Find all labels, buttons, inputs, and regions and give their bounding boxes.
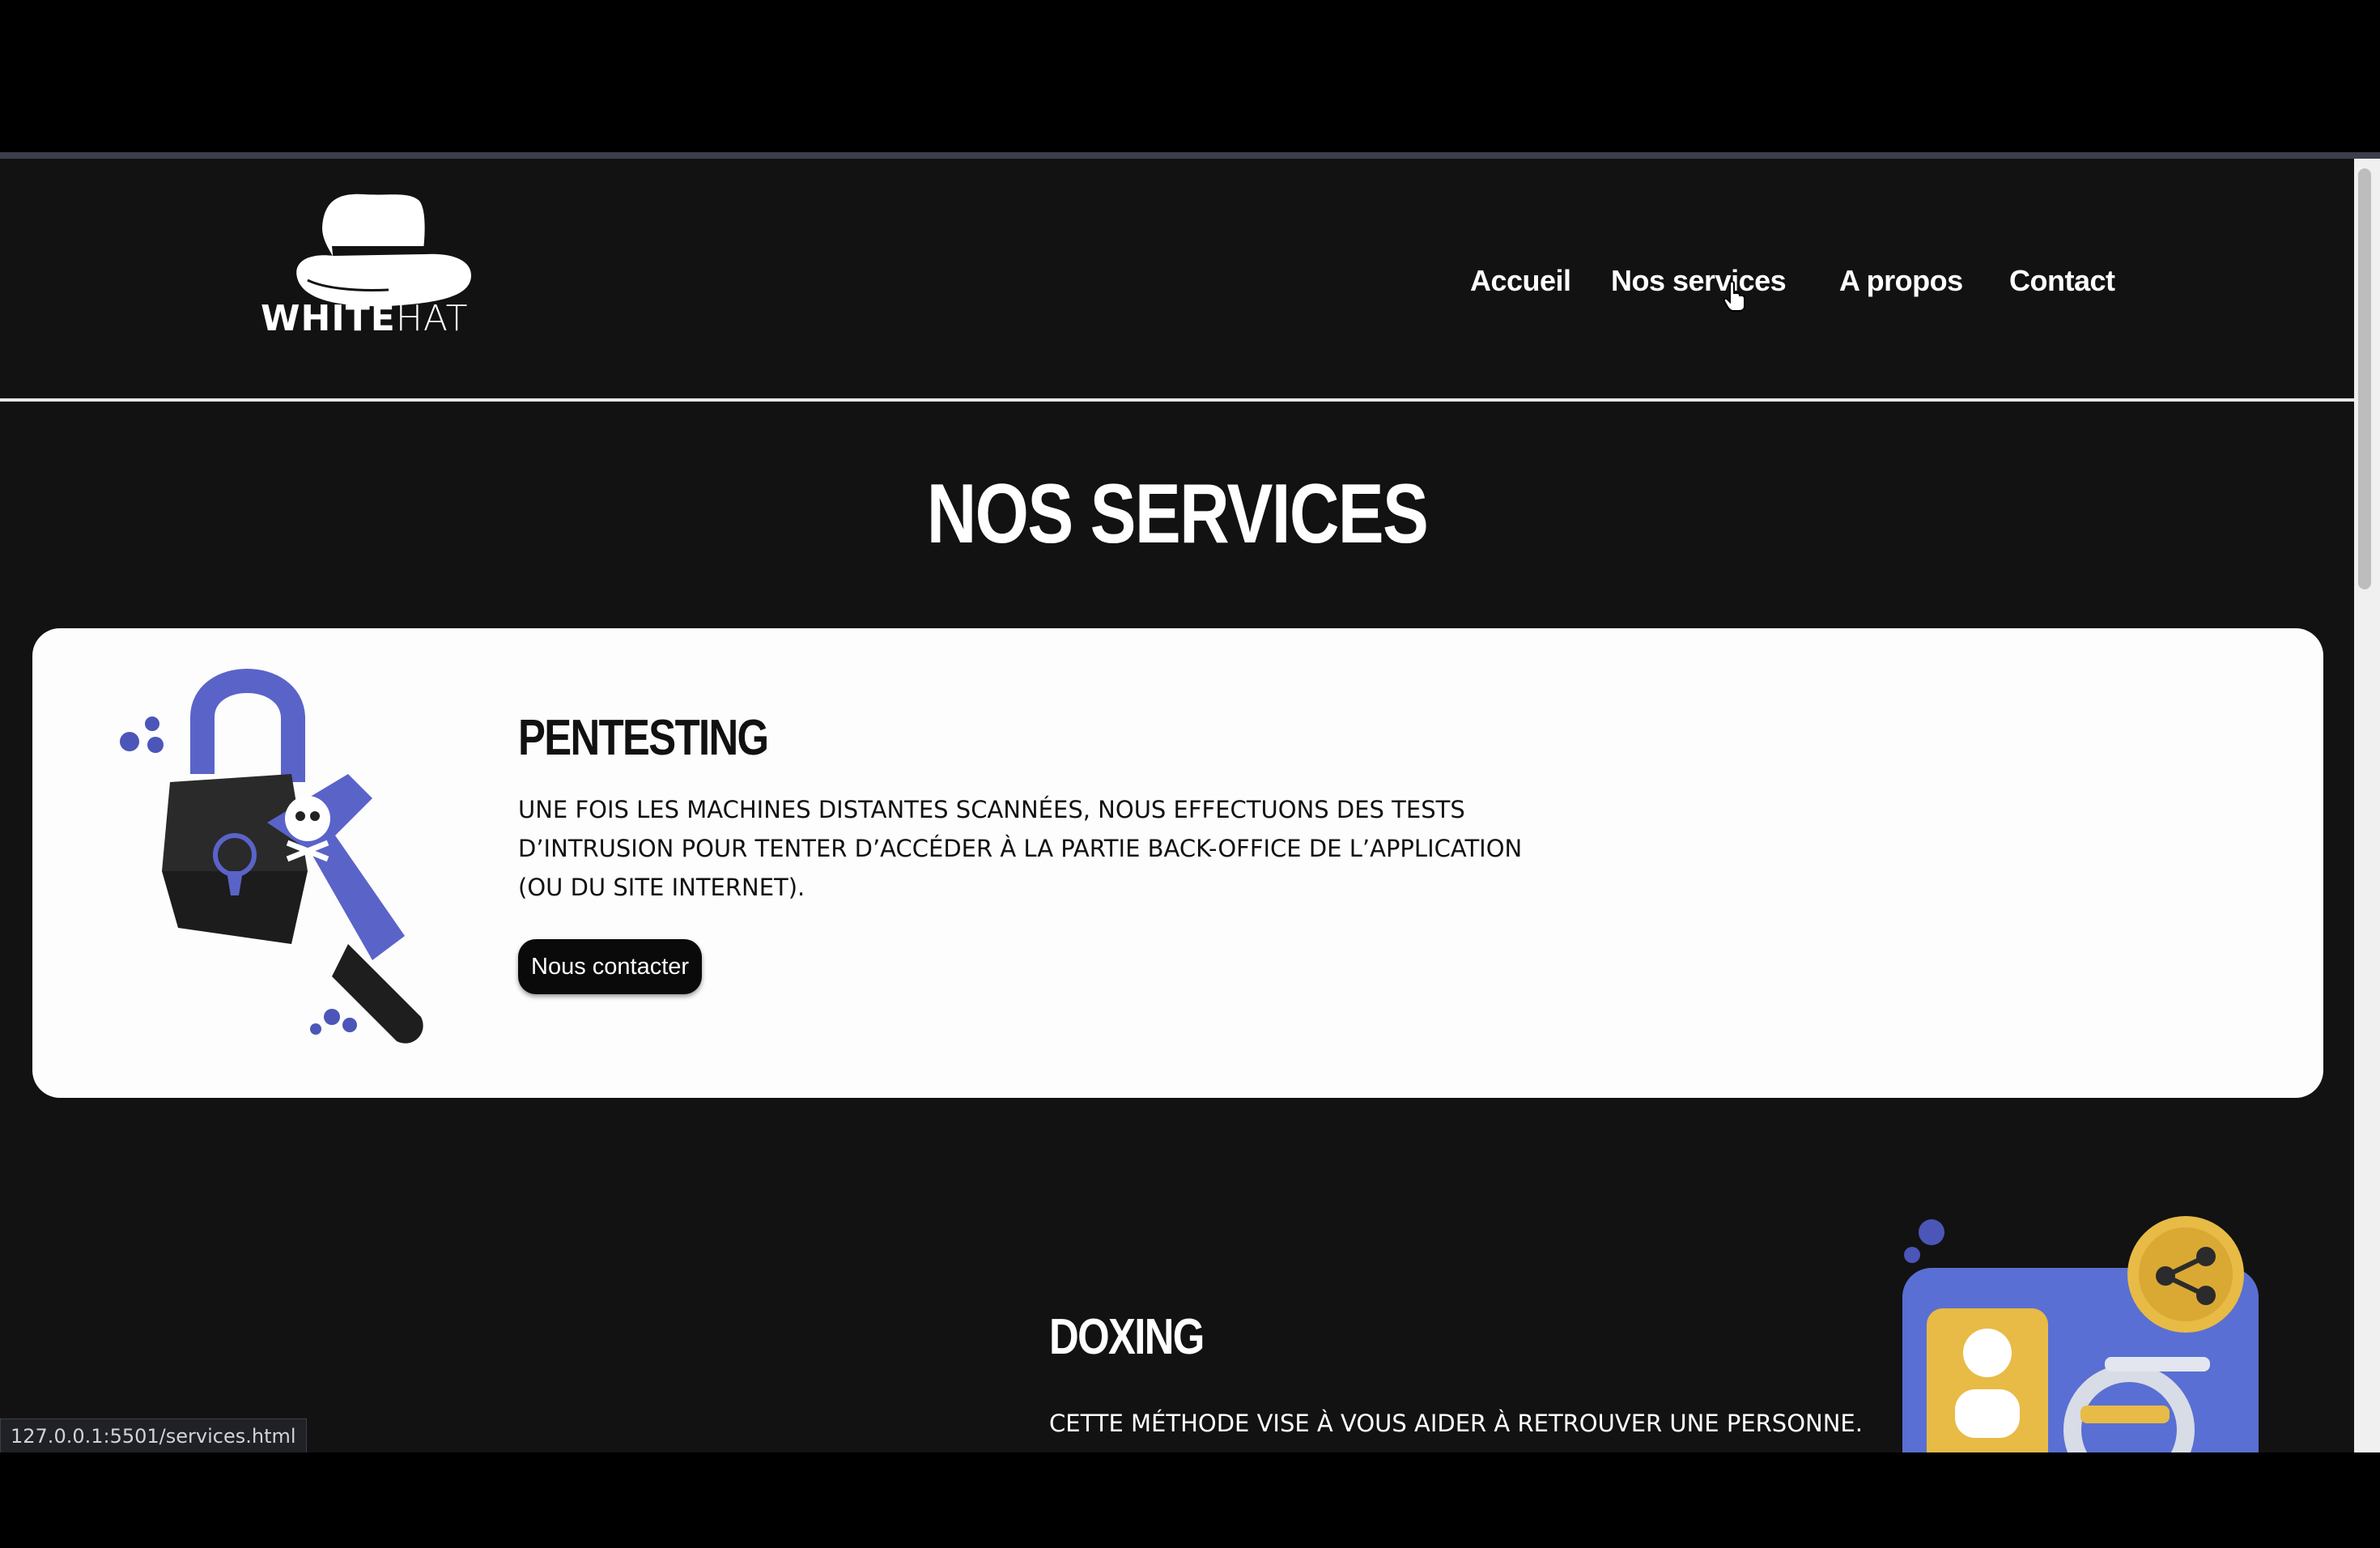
service-card-pentesting: PENTESTING Une fois les machines distant… [32, 628, 2323, 1098]
nav-accueil[interactable]: Accueil [1470, 264, 1571, 298]
page-viewport[interactable]: WHITEHAT Accueil Nos services A propos C… [0, 159, 2354, 1452]
browser-top-area [0, 0, 2380, 152]
service-description: Une fois les machines distantes scannées… [518, 796, 1523, 901]
service-title-doxing: DOXING [1049, 1309, 1205, 1365]
nav-a-propos[interactable]: A propos [1839, 264, 1963, 298]
id-card-share-icon [1902, 1216, 2259, 1452]
service-title: PENTESTING [518, 710, 769, 766]
nav-contact[interactable]: Contact [2009, 264, 2115, 298]
nav-nos-services[interactable]: Nos services [1611, 264, 1787, 298]
scrollbar-thumb[interactable] [2358, 168, 2371, 589]
pointer-cursor-icon [1723, 280, 1745, 312]
service-description-doxing: Cette méthode vise à vous aider à retrou… [1049, 1410, 1863, 1437]
main-nav: Accueil Nos services A propos Contact [0, 264, 2354, 313]
browser-bottom-area [0, 1452, 2380, 1548]
browser-divider [0, 152, 2380, 159]
site-header: WHITEHAT Accueil Nos services A propos C… [0, 159, 2354, 402]
broken-padlock-icon [120, 669, 423, 1044]
status-bar-url: 127.0.0.1:5501/services.html [0, 1418, 307, 1454]
contact-button[interactable]: Nous contacter [518, 939, 703, 994]
page-title: NOS SERVICES [926, 467, 1429, 561]
